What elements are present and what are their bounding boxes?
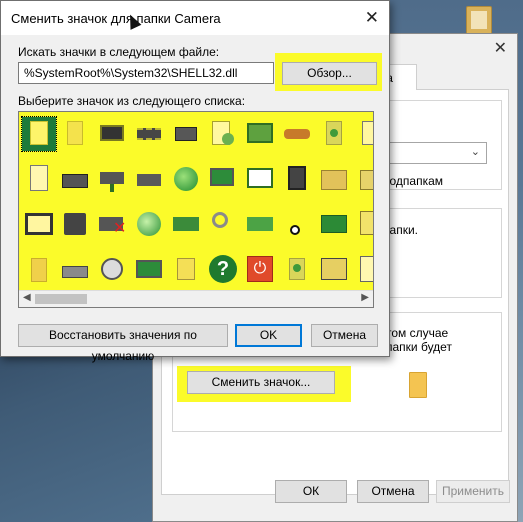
folder-drive-icon[interactable] [354,162,373,196]
apply-button[interactable]: Применить [436,480,510,503]
icon-description-line2: папки будет [386,340,452,354]
chevron-down-icon: ⌄ [470,146,480,158]
scroll-left-icon[interactable]: ◀ [23,292,31,303]
help-icon[interactable]: ? [206,252,240,286]
arrow-drive-icon[interactable] [243,207,277,241]
document-stack-icon[interactable] [169,252,203,286]
folder-preview-icon [409,372,427,398]
ok-button[interactable]: OK [235,324,302,347]
magnifier-icon[interactable] [206,207,240,241]
window-frame-icon[interactable] [22,207,56,241]
icon-description-line1: том случае [386,326,449,340]
floppy-disk-icon[interactable] [58,207,92,241]
chip-icon[interactable] [132,117,166,151]
power-icon[interactable] [280,207,314,241]
clock-document-icon[interactable] [206,117,240,151]
network-window-icon[interactable] [243,117,277,151]
users-folder-icon[interactable] [317,162,351,196]
application-window-icon[interactable] [95,117,129,151]
shutdown-icon[interactable]: ⏻ [243,252,277,286]
monitor-network-icon[interactable] [206,162,240,196]
icon-file-input[interactable] [18,62,274,84]
close-icon[interactable]: ✕ [494,38,507,58]
close-icon[interactable]: ✕ [365,8,379,28]
text-file-icon[interactable] [22,162,56,196]
hard-drive-icon[interactable] [58,252,92,286]
change-icon-button[interactable]: Сменить значок... [187,371,335,394]
cancel-button[interactable]: Отмена [357,480,429,503]
earth-icon[interactable] [132,207,166,241]
cancel-button[interactable]: Отмена [311,324,378,347]
icon-list-label: Выберите значок из следующего списка: [18,94,246,108]
cd-rom-icon[interactable] [95,252,129,286]
checklist-icon[interactable] [354,252,373,286]
recycle-full-icon[interactable] [280,252,314,286]
folder-type-dropdown[interactable]: ⌄ [383,142,487,164]
grid-document-icon[interactable] [354,117,373,151]
desktop-folder-icon[interactable] [466,6,492,36]
icon-list[interactable]: ✕ A ? ⏻ ◀ ▶ [18,111,374,308]
scroll-right-icon[interactable]: ▶ [361,292,369,303]
network-map-icon[interactable] [169,207,203,241]
mobile-device-icon[interactable] [280,162,314,196]
network-folder-icon[interactable] [317,252,351,286]
restore-defaults-button[interactable]: Восстановить значения по умолчанию [18,324,228,363]
blank-document-icon[interactable] [21,116,57,152]
recycle-bin-icon[interactable] [317,117,351,151]
disconnected-drive-icon[interactable]: ✕ [95,207,129,241]
horizontal-scrollbar[interactable]: ◀ ▶ [19,290,373,307]
scroll-thumb[interactable] [35,294,87,304]
text-document-icon[interactable] [58,117,92,151]
cd-drive-icon[interactable] [132,162,166,196]
change-icon-dialog: Сменить значок для папки Camera ✕ Искать… [0,0,390,363]
title-bar: Сменить значок для папки Camera ✕ [1,1,389,35]
globe-icon[interactable] [169,162,203,196]
dialog-title: Сменить значок для папки Camera [11,11,221,26]
ok-button[interactable]: ОК [275,480,347,503]
sharing-hand-icon[interactable] [280,117,314,151]
browse-button[interactable]: Обзор... [282,62,377,85]
file-label: Искать значки в следующем файле: [18,45,220,59]
network-drive-icon[interactable] [95,162,129,196]
subfolders-checkbox-label: подпапкам [383,174,444,188]
folder-icon[interactable] [22,252,56,286]
printer-icon[interactable] [169,117,203,151]
font-document-icon[interactable]: A [354,207,373,241]
control-panel-icon[interactable] [243,162,277,196]
computer-drive-icon[interactable] [58,162,92,196]
monitor-icon[interactable] [132,252,166,286]
green-window-icon[interactable] [317,207,351,241]
